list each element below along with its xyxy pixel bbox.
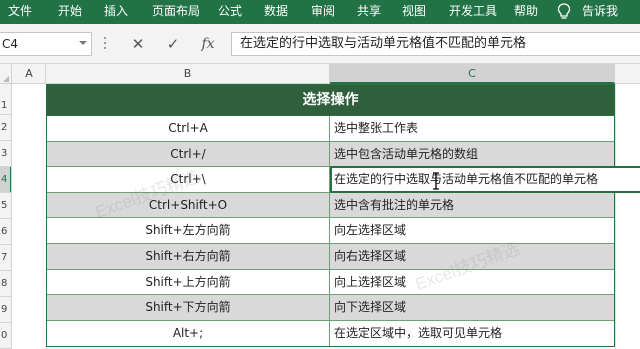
column-header-a[interactable]: A [13,64,46,84]
lightbulb-icon[interactable] [557,3,571,21]
table-row: Ctrl+Shift+O 选中含有批注的单元格 [47,192,616,219]
row-header[interactable]: 6 [0,219,11,245]
formula-input[interactable]: 在选定的行中选取与活动单元格值不匹配的单元格 [231,32,640,56]
shortcut-cell[interactable]: Ctrl+\ [47,167,330,192]
description-cell[interactable]: 向下选择区域 [331,295,616,320]
tab-file[interactable]: 文件 [2,0,38,24]
row-header[interactable]: 4 [0,167,11,193]
description-cell[interactable]: 向右选择区域 [331,244,616,269]
tab-insert[interactable]: 插入 [96,0,136,24]
tab-page-layout[interactable]: 页面布局 [146,0,206,24]
column-header-c[interactable]: C [330,64,615,84]
shortcut-cell[interactable]: Alt+; [47,320,330,347]
description-cell[interactable]: 向左选择区域 [331,218,616,243]
shortcut-table: 选择操作 Ctrl+A 选中整张工作表 Ctrl+/ 选中包含活动单元格的数组 … [46,84,640,348]
table-header[interactable]: 选择操作 [47,85,614,116]
shortcut-cell[interactable]: Ctrl+/ [47,141,330,167]
shortcut-cell[interactable]: Ctrl+A [47,116,330,141]
description-cell[interactable]: 选中整张工作表 [331,116,616,141]
text-cursor-icon [433,172,439,190]
column-header-b[interactable]: B [46,64,330,84]
select-all-corner[interactable] [0,64,12,84]
tell-me-search[interactable]: 告诉我 [576,0,624,24]
name-box[interactable]: C4 [0,32,92,56]
shortcut-cell[interactable]: Shift+右方向箭 [47,243,330,269]
ribbon-tabs: 文件 开始 插入 页面布局 公式 数据 审阅 共享 视图 开发工具 帮助 告诉我 [0,0,640,24]
column-headers: A B C [0,64,640,84]
shortcut-cell[interactable]: Shift+下方向箭 [47,295,330,320]
name-box-value: C4 [2,37,19,51]
row-header[interactable]: 9 [0,297,11,323]
description-cell[interactable]: 在选定区域中，选取可见单元格 [331,321,616,347]
table-row: Ctrl+\ 在选定的行中选取与活动单元格值不匹配的单元格 [47,166,640,193]
table-row: Shift+下方向箭 向下选择区域 [47,295,614,321]
row-header[interactable]: 5 [0,193,11,219]
row-header[interactable]: 0 [0,323,11,349]
tab-formulas[interactable]: 公式 [212,0,248,24]
tab-help[interactable]: 帮助 [508,0,544,24]
shortcut-cell[interactable]: Shift+左方向箭 [47,218,330,243]
row-header[interactable]: 8 [0,271,11,297]
enter-icon[interactable]: ✓ [160,32,186,56]
row-headers: 1 2 3 4 5 6 7 8 9 0 [0,84,12,349]
chevron-down-icon[interactable] [79,41,87,45]
tab-developer[interactable]: 开发工具 [443,0,503,24]
description-cell[interactable]: 选中包含活动单元格的数组 [331,142,616,167]
cancel-icon[interactable]: ✕ [125,32,151,56]
tab-share[interactable]: 共享 [351,0,387,24]
tab-review[interactable]: 审阅 [305,0,341,24]
shortcut-cell[interactable]: Ctrl+Shift+O [47,192,330,218]
row-header[interactable]: 3 [0,141,11,167]
drag-handle-icon[interactable] [104,37,107,51]
table-row: Shift+上方向箭 向上选择区域 [47,269,616,296]
description-cell[interactable]: 向上选择区域 [331,270,616,295]
active-cell-text: 在选定的行中选取与活动单元格值不匹配的单元格 [334,172,599,187]
formula-bar: C4 ✕ ✓ fx 在选定的行中选取与活动单元格值不匹配的单元格 [0,24,640,64]
tab-home[interactable]: 开始 [50,0,90,24]
row-header[interactable]: 7 [0,245,11,271]
tab-view[interactable]: 视图 [396,0,432,24]
tab-data[interactable]: 数据 [258,0,294,24]
table-row: Ctrl+/ 选中包含活动单元格的数组 [47,141,616,168]
row-header[interactable]: 2 [0,115,11,141]
row-header[interactable]: 1 [0,84,11,115]
table-row: Alt+; 在选定区域中，选取可见单元格 [47,320,616,347]
active-cell[interactable]: 在选定的行中选取与活动单元格值不匹配的单元格 [330,166,640,193]
table-row: Ctrl+A 选中整张工作表 [47,116,614,142]
table-row: Shift+左方向箭 向左选择区域 [47,218,614,244]
table-row: Shift+右方向箭 向右选择区域 [47,243,616,270]
description-cell[interactable]: 选中含有批注的单元格 [331,193,616,218]
insert-function-icon[interactable]: fx [195,32,221,56]
shortcut-cell[interactable]: Shift+上方向箭 [47,269,330,295]
